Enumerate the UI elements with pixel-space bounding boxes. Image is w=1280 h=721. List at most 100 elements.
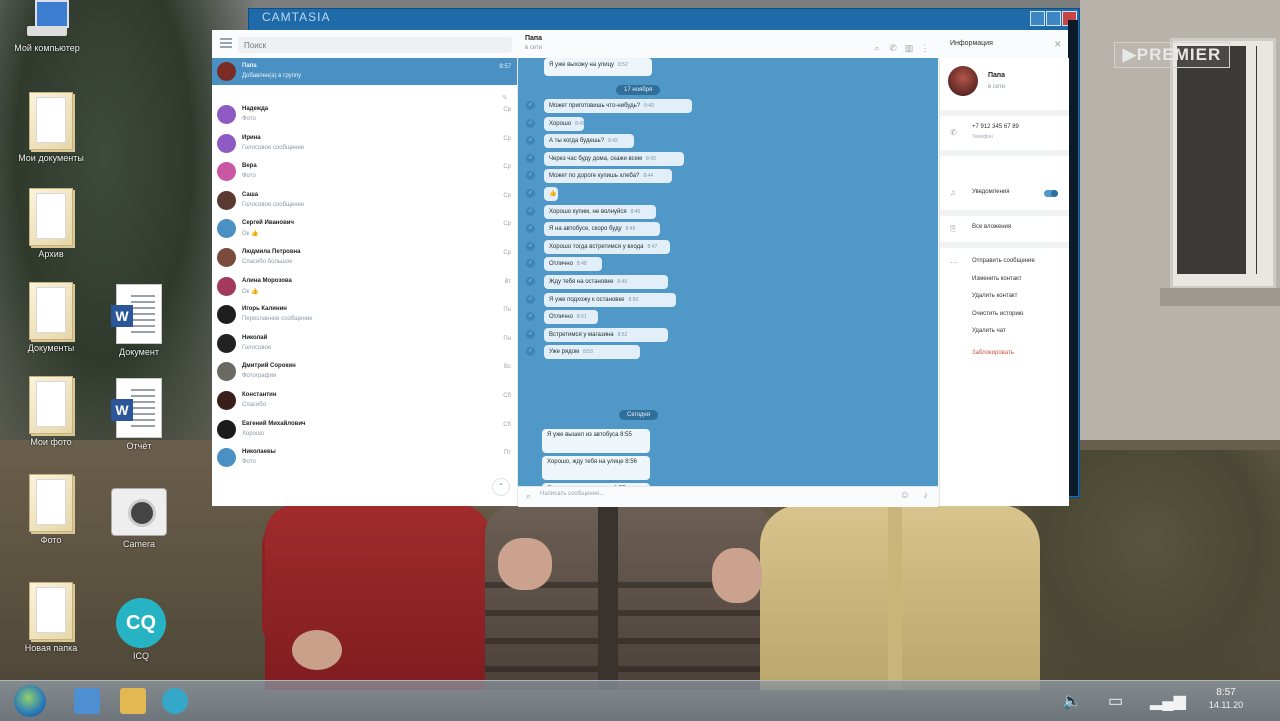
maximize-button[interactable] bbox=[1046, 11, 1061, 26]
search-icon[interactable]: ⌕ bbox=[872, 43, 882, 53]
desktop-icon-folder[interactable]: Мои фото bbox=[16, 376, 86, 447]
desktop-icon-label: Мои фото bbox=[30, 437, 72, 447]
message-bubble[interactable]: Хорошо 8:41 bbox=[544, 116, 585, 131]
wallpaper-window-pane bbox=[1177, 46, 1257, 274]
chat-list-item-active[interactable]: Папа Добавлен(а) в группу 8:57 bbox=[212, 58, 517, 85]
action-block[interactable]: Заблокировать bbox=[972, 350, 1014, 356]
message-bubble[interactable]: Может по дороге купишь хлеба? 8:44 bbox=[544, 169, 672, 184]
hamburger-menu-icon[interactable] bbox=[220, 38, 232, 48]
chat-list-item[interactable]: Игорь Калинин Пересланное сообщение Пн bbox=[212, 301, 517, 329]
message-bubble[interactable]: Хорошо, жду тебя на улице 8:56 bbox=[542, 456, 650, 480]
chat-list-item[interactable]: Сергей Иванович Ок 👍 Ср bbox=[212, 215, 517, 243]
message-input[interactable]: Написать сообщение... bbox=[540, 491, 604, 497]
message-bubble[interactable]: Хорошо купим, не волнуйся 8:45 bbox=[544, 204, 656, 219]
paperclip-icon[interactable]: ⌕ bbox=[526, 491, 531, 502]
message-time: 8:50 bbox=[628, 296, 639, 303]
desktop-icon-word-document[interactable]: W Документ bbox=[104, 284, 174, 357]
desktop-icon-icq[interactable]: CQ ICQ bbox=[106, 598, 176, 661]
chat-list-item[interactable]: Саша Голосовое сообщение Ср bbox=[212, 187, 517, 215]
message-bubble[interactable]: Уже рядом 8:53 bbox=[544, 345, 640, 360]
action-send-message[interactable]: Отправить сообщение bbox=[972, 258, 1035, 264]
message-bubble[interactable]: Через час буду дома, скажи всем 8:43 bbox=[544, 151, 684, 166]
computer-icon bbox=[25, 0, 69, 40]
desktop-icon-folder[interactable]: Фото bbox=[16, 474, 86, 545]
media-link[interactable]: Все вложения bbox=[972, 224, 1011, 230]
message-bubble[interactable]: Я уже выхожу на улицу 8:52 bbox=[544, 58, 652, 76]
message-text: Встретимся у магазина bbox=[549, 331, 614, 338]
chat-name: Дмитрий Сорокин bbox=[242, 363, 296, 370]
media-player-taskbar-button[interactable] bbox=[74, 688, 100, 714]
message-bubble[interactable]: Отлично 8:51 bbox=[544, 310, 598, 325]
avatar bbox=[217, 276, 236, 296]
phone-icon[interactable]: ✆ bbox=[888, 43, 898, 53]
explorer-taskbar-button[interactable] bbox=[120, 688, 146, 714]
message-time: 8:48 bbox=[576, 261, 587, 268]
message-bubble[interactable]: Может приготовишь что-нибудь? 8:40 bbox=[544, 99, 692, 113]
close-icon[interactable]: ✕ bbox=[1054, 39, 1062, 50]
chat-list-item[interactable]: Дмитрий Сорокин Фотография Вс bbox=[212, 358, 517, 386]
notifications-toggle[interactable] bbox=[1044, 190, 1058, 197]
desktop-icon-folder[interactable]: Мои документы bbox=[16, 92, 86, 163]
chat-list-item[interactable]: Алина Морозова Ок 👍 Вт bbox=[212, 273, 517, 301]
message-text: Я уже вышел из автобуса bbox=[547, 432, 619, 438]
chat-preview: Ок 👍 bbox=[242, 288, 259, 295]
folder-icon bbox=[29, 282, 73, 340]
more-options-icon: ⋯ bbox=[950, 258, 958, 267]
action-clear-history[interactable]: Очистить историю bbox=[972, 311, 1023, 317]
message-text: Хорошо купим, не волнуйся bbox=[549, 208, 627, 215]
action-delete-chat[interactable]: Удалить чат bbox=[972, 328, 1006, 334]
chat-preview: Фотография bbox=[242, 373, 277, 380]
battery-icon[interactable]: ▭ bbox=[1108, 691, 1123, 711]
chat-list-item[interactable]: Николай Голосовое Пн bbox=[212, 330, 517, 358]
chat-list-item[interactable]: Ирина Голосовое сообщение Ср bbox=[212, 130, 517, 158]
start-button[interactable] bbox=[14, 685, 46, 717]
more-icon[interactable]: ⋮ bbox=[920, 43, 930, 53]
message-bubble[interactable]: Хорошо тогда встретимся у входа 8:47 bbox=[544, 239, 670, 254]
message-status-icon: ✓ bbox=[526, 312, 535, 322]
message-bubble[interactable]: Я уже подхожу к остановке 8:50 bbox=[544, 292, 676, 307]
desktop-icon-computer[interactable]: Мой компьютер bbox=[12, 0, 82, 53]
chat-list-item[interactable]: Надежда Фото Ср bbox=[212, 101, 517, 129]
desktop-icon-label: Документ bbox=[119, 347, 159, 357]
desktop-icon-folder[interactable]: Новая папка bbox=[16, 582, 86, 653]
emoji-icon[interactable]: ☺ bbox=[900, 490, 910, 501]
chat-list-item[interactable]: Евгений Михайлович Хорошо Сб bbox=[212, 416, 517, 444]
message-bubble[interactable]: Встретимся у магазина 8:52 bbox=[544, 327, 668, 342]
messenger-taskbar-button[interactable] bbox=[162, 688, 188, 714]
chat-list-item[interactable]: Константин Спасибо Сб bbox=[212, 387, 517, 415]
message-time: 8:47 bbox=[647, 243, 658, 250]
avatar bbox=[217, 419, 236, 439]
chat-list-item[interactable]: Вера Фото Ср bbox=[212, 158, 517, 186]
message-bubble[interactable]: Жду тебя на остановке 8:49 bbox=[544, 275, 668, 289]
message-composer[interactable]: ⌕ Написать сообщение... ☺ ♪ bbox=[518, 486, 938, 507]
desktop-icon-folder[interactable]: Документы bbox=[16, 282, 86, 353]
message-bubble[interactable]: 👍 bbox=[544, 187, 558, 201]
minimize-button[interactable] bbox=[1030, 11, 1045, 26]
system-clock[interactable]: 8:57 14.11.20 bbox=[1196, 687, 1256, 710]
chat-preview: Хорошо bbox=[242, 430, 265, 437]
scroll-up-button[interactable]: ⌃ bbox=[492, 478, 510, 496]
message-text: Я на автобусе, скоро буду bbox=[549, 226, 622, 233]
message-time: 8:45 bbox=[630, 208, 641, 215]
message-bubble[interactable]: Отлично 8:48 bbox=[544, 257, 602, 272]
avatar bbox=[217, 333, 236, 353]
chat-list-item[interactable]: Людмила Петровна Спасибо большое Ср bbox=[212, 244, 517, 272]
folder-icon bbox=[29, 92, 73, 150]
volume-icon[interactable]: 🔈 bbox=[1062, 691, 1082, 711]
action-edit-contact[interactable]: Изменить контакт bbox=[972, 276, 1022, 282]
desktop-icon-word-document[interactable]: W Отчёт bbox=[104, 378, 174, 451]
desktop-icon-camera[interactable]: Camera bbox=[104, 488, 174, 549]
message-bubble[interactable]: А ты когда будешь? 8:42 bbox=[544, 134, 634, 149]
desktop-icon-folder[interactable]: Архив bbox=[16, 188, 86, 259]
microphone-icon[interactable]: ♪ bbox=[924, 490, 929, 500]
search-input[interactable] bbox=[238, 37, 512, 53]
message-bubble[interactable]: Я уже вышел из автобуса 8:55 bbox=[542, 429, 650, 453]
message-text: Может по дороге купишь хлеба? bbox=[549, 173, 640, 180]
network-signal-icon[interactable]: ▂▄▆ bbox=[1150, 691, 1186, 711]
message-text: Отлично bbox=[549, 261, 573, 268]
messenger-window: Папа в сети ⌕ ✆ ▥ ⋮ Информация ✕ Папа Добав… bbox=[212, 30, 1069, 507]
info-panel-icon[interactable]: ▥ bbox=[904, 43, 914, 53]
action-delete-contact[interactable]: Удалить контакт bbox=[972, 293, 1017, 299]
message-bubble[interactable]: Я на автобусе, скоро буду 8:46 bbox=[544, 222, 660, 237]
chat-list-item[interactable]: Николаевы Фото Пт bbox=[212, 444, 517, 472]
